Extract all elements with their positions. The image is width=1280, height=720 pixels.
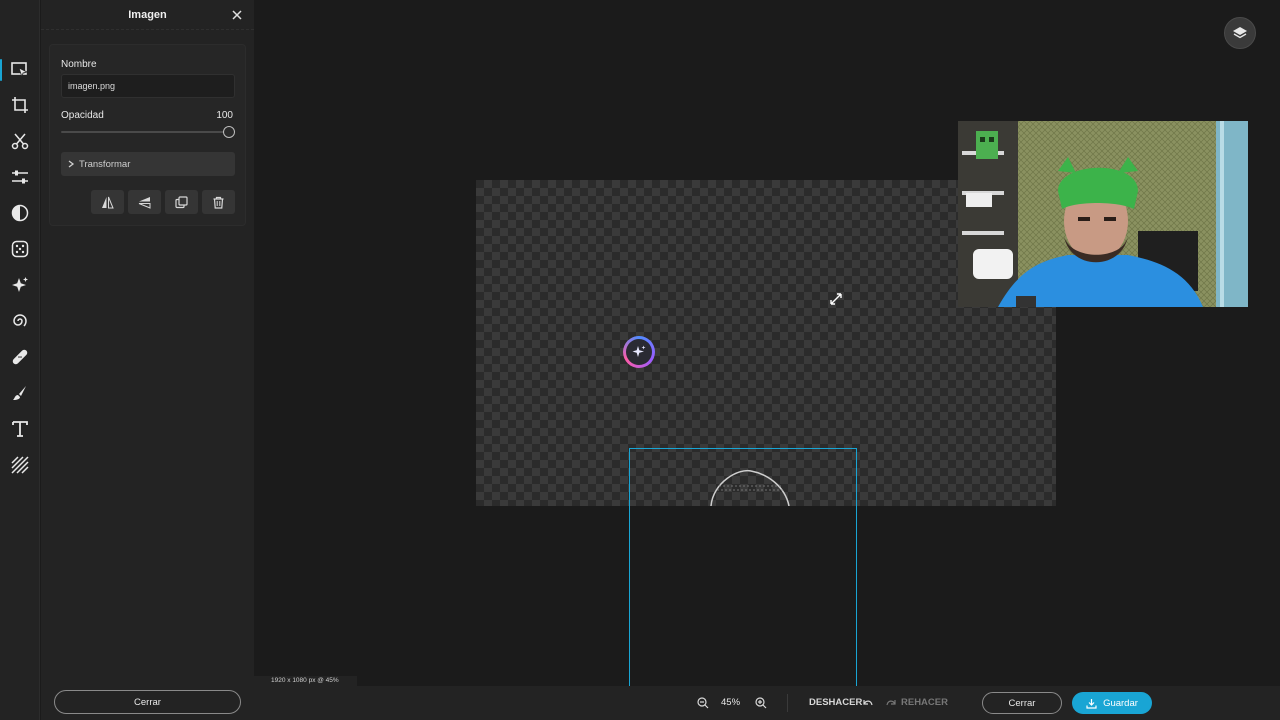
photo-editor-app: Imagen Nombre Opacidad 100 Transformar (0, 0, 1280, 720)
opacity-slider-thumb[interactable] (223, 126, 235, 138)
redo-button[interactable]: REHACER (901, 697, 948, 708)
canvas-workspace[interactable]: 1920 x 1080 px @ 45% (254, 0, 1280, 686)
ai-tool-button[interactable] (0, 270, 40, 300)
delete-button[interactable] (202, 190, 235, 214)
adjust-tool-button[interactable] (0, 162, 40, 192)
effects-icon (11, 240, 29, 258)
ai-assist-button[interactable] (626, 339, 652, 365)
close-button[interactable]: Cerrar (982, 692, 1062, 714)
canvas-size-status: 1920 x 1080 px @ 45% (254, 676, 357, 686)
select-tool-button[interactable] (0, 55, 40, 85)
opacity-value: 100 (216, 110, 233, 121)
panel-close-button[interactable]: Cerrar (54, 690, 241, 714)
crop-icon (12, 97, 28, 113)
text-icon (12, 421, 28, 437)
image-properties-card: Nombre Opacidad 100 Transformar (49, 44, 246, 226)
filter-tool-button[interactable] (0, 198, 40, 228)
adjust-icon (12, 170, 28, 184)
brush-tool-button[interactable] (0, 378, 40, 408)
resize-cursor-icon (830, 293, 842, 305)
heal-icon (12, 349, 28, 365)
transform-label: Transformar (79, 158, 131, 170)
heal-tool-button[interactable] (0, 342, 40, 372)
zoom-in-icon[interactable] (755, 697, 767, 709)
liquify-icon (13, 314, 27, 327)
zoom-out-icon[interactable] (697, 697, 709, 709)
layers-button[interactable] (1224, 17, 1256, 49)
undo-button[interactable]: DESHACER (809, 697, 862, 708)
transform-expander[interactable]: Transformar (61, 152, 235, 176)
flip-horizontal-button[interactable] (91, 190, 124, 214)
toolbar-divider (787, 694, 788, 712)
text-tool-button[interactable] (0, 414, 40, 444)
name-label: Nombre (61, 59, 97, 70)
panel-header: Imagen (41, 0, 254, 30)
duplicate-icon (175, 195, 188, 208)
bottom-toolbar: 45% DESHACER REHACER Cerrar Guardar (254, 686, 1280, 720)
flip-vertical-icon (138, 196, 151, 209)
duplicate-button[interactable] (165, 190, 198, 214)
selection-box[interactable] (629, 448, 857, 686)
select-icon (11, 62, 29, 79)
ai-sparkle-icon (12, 277, 28, 292)
trash-icon (213, 196, 224, 209)
chevron-right-icon (68, 160, 75, 168)
texture-icon (11, 456, 29, 474)
webcam-person-image (958, 121, 1248, 307)
properties-panel: Imagen Nombre Opacidad 100 Transformar (41, 0, 254, 720)
liquify-tool-button[interactable] (0, 306, 40, 336)
flip-vertical-button[interactable] (128, 190, 161, 214)
name-input[interactable] (61, 74, 235, 98)
effects-tool-button[interactable] (0, 234, 40, 264)
opacity-slider-track[interactable] (61, 131, 229, 133)
zoom-level: 45% (721, 697, 741, 708)
panel-title: Imagen (128, 8, 167, 21)
webcam-overlay (958, 121, 1248, 307)
tool-rail (0, 0, 40, 720)
redo-icon[interactable] (886, 697, 898, 709)
ai-sparkle-icon (632, 345, 646, 357)
flip-horizontal-icon (102, 196, 114, 208)
filter-icon (11, 204, 29, 222)
crop-tool-button[interactable] (0, 90, 40, 120)
layers-icon (1233, 27, 1247, 39)
opacity-label: Opacidad (61, 110, 104, 121)
save-label: Guardar (1103, 697, 1138, 709)
save-button[interactable]: Guardar (1072, 692, 1152, 714)
undo-icon[interactable] (861, 697, 873, 709)
brush-icon (13, 386, 26, 400)
close-icon[interactable] (230, 8, 244, 22)
cut-tool-button[interactable] (0, 126, 40, 156)
texture-tool-button[interactable] (0, 450, 40, 480)
cut-icon (11, 133, 29, 150)
download-icon (1086, 698, 1097, 709)
